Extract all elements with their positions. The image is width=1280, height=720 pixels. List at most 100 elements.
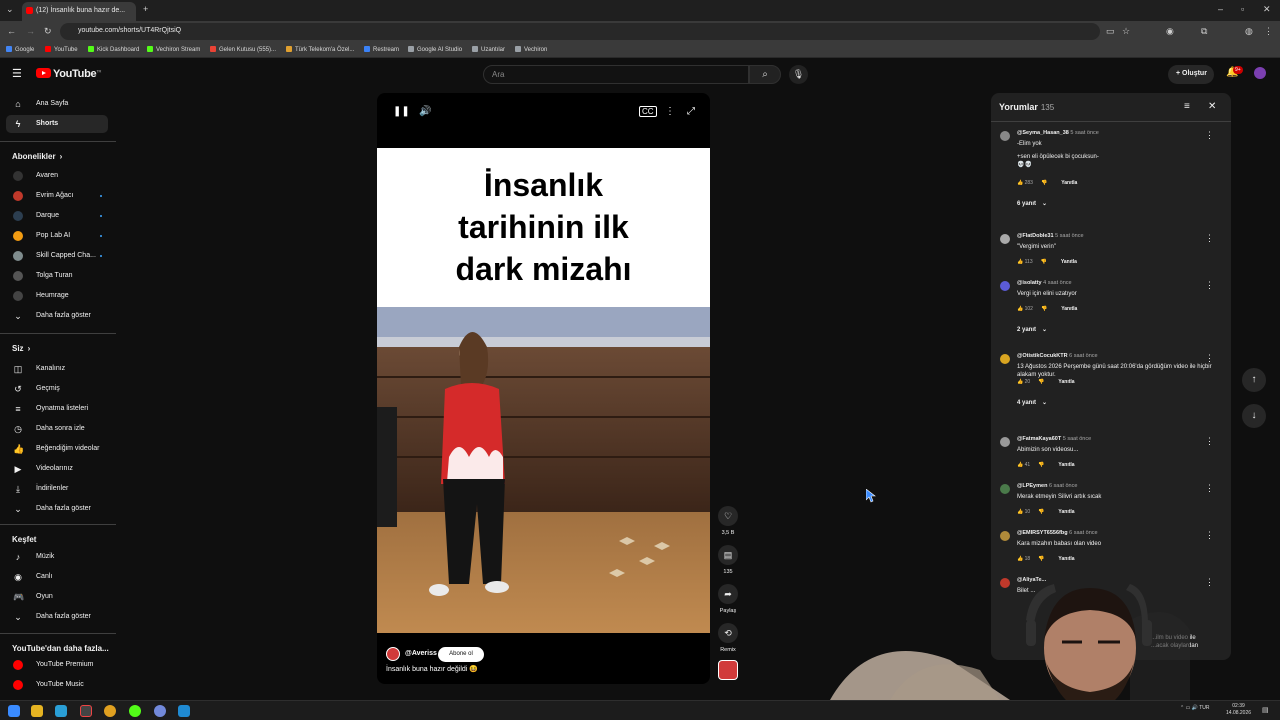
sidebar-item[interactable]: Daha fazla göster ⌄	[6, 608, 108, 626]
comment-menu-icon[interactable]: ⋮	[1205, 577, 1214, 588]
browser-tab-active[interactable]: (12) İnsanlık buna hazır de...	[22, 2, 136, 21]
reply-button[interactable]: Yanıtla	[1061, 306, 1077, 312]
thumb-down-icon[interactable]: 👎	[1041, 259, 1047, 265]
sidebar-item[interactable]: ↺ Geçmiş	[6, 380, 108, 398]
search-input[interactable]: Ara	[483, 65, 749, 84]
shorts-player[interactable]: ❚❚ 🔊 CC ⋮ ⤢ İnsanlık tarihinin ilk dark …	[377, 93, 710, 684]
comment-author[interactable]: @Seyma_Hasan_38 5 saat önce	[1017, 130, 1099, 136]
thumb-up-icon[interactable]: 👍	[1017, 462, 1025, 468]
like-button[interactable]: ♡	[718, 506, 738, 526]
channel-avatar[interactable]	[386, 647, 400, 661]
vscode-icon[interactable]	[178, 705, 190, 717]
voice-search-button[interactable]: 🎙	[789, 65, 808, 84]
youtube-product-item[interactable]: YouTube Premium	[6, 656, 108, 674]
sidebar-item[interactable]: 🎮 Oyun	[6, 588, 108, 606]
subscription-item[interactable]: Evrim Ağacı	[6, 187, 108, 205]
browser-menu-icon[interactable]: ⋮	[1264, 26, 1273, 37]
discord-icon[interactable]	[154, 705, 166, 717]
next-short-button[interactable]: ↓	[1242, 404, 1266, 428]
thumb-up-icon[interactable]: 👍	[1017, 556, 1025, 562]
system-tray[interactable]: ⌃ ▭ 🔊 TUR	[1180, 705, 1210, 711]
commenter-avatar[interactable]	[1000, 131, 1010, 141]
channel-name[interactable]: @Averiss	[405, 650, 437, 657]
commenter-avatar[interactable]	[1000, 484, 1010, 494]
subscription-item[interactable]: Darque	[6, 207, 108, 225]
comment-author[interactable]: @LPEymen 6 saat önce	[1017, 483, 1077, 489]
reply-button[interactable]: Yanıtla	[1058, 462, 1074, 468]
sidebar-item[interactable]: ⤓ İndirilenler	[6, 480, 108, 498]
comment-menu-icon[interactable]: ⋮	[1205, 436, 1214, 447]
sidebar-item[interactable]: Daha fazla göster ⌄	[6, 307, 108, 325]
comment-button[interactable]: ▤	[718, 545, 738, 565]
bookmark-item[interactable]: Vechiron	[515, 46, 547, 53]
url-field[interactable]: youtube.com/shorts/UT4RrQjtsiQ	[60, 23, 1100, 40]
comment-menu-icon[interactable]: ⋮	[1205, 353, 1214, 364]
comment-author[interactable]: @FatmaKaya60T 5 saat önce	[1017, 436, 1091, 442]
subscription-item[interactable]: Tolga Turan	[6, 267, 108, 285]
search-button[interactable]: ⌕	[749, 65, 781, 84]
thumb-up-icon[interactable]: 👍	[1017, 180, 1025, 186]
thumb-down-icon[interactable]: 👎	[1041, 180, 1047, 186]
thumb-up-icon[interactable]: 👍	[1017, 379, 1025, 385]
subscription-item[interactable]: Pop Lab AI	[6, 227, 108, 245]
bookmark-item[interactable]: Uzantılar	[472, 46, 505, 53]
you-heading[interactable]: Siz ›	[12, 344, 30, 353]
commenter-avatar[interactable]	[1000, 234, 1010, 244]
sidebar-item[interactable]: ▶ Videolarınız	[6, 460, 108, 478]
reply-button[interactable]: Yanıtla	[1061, 180, 1077, 186]
bookmark-item[interactable]: Türk Telekom'a Özel...	[286, 46, 354, 53]
close-window-icon[interactable]: ✕	[1263, 4, 1271, 15]
youtube-product-item[interactable]: YouTube Music	[6, 676, 108, 694]
extensions-puzzle-icon[interactable]: ⧉	[1201, 26, 1207, 37]
comment-menu-icon[interactable]: ⋮	[1205, 233, 1214, 244]
bookmark-item[interactable]: Google AI Studio	[408, 46, 462, 53]
tab-search-icon[interactable]: ⌄	[6, 4, 14, 15]
back-icon[interactable]: ←	[7, 26, 16, 36]
volume-icon[interactable]: 🔊	[419, 106, 431, 117]
reply-button[interactable]: Yanıtla	[1058, 379, 1074, 385]
comment-author[interactable]: @FlatDoble31 5 saat önce	[1017, 233, 1084, 239]
comment-author[interactable]: @EMIRSYT6556fbg 6 saat önce	[1017, 530, 1098, 536]
show-replies-button[interactable]: 4 yanıt ⌄	[1017, 399, 1047, 406]
reply-button[interactable]: Yanıtla	[1058, 509, 1074, 515]
sidebar-item[interactable]: Daha fazla göster ⌄	[6, 500, 108, 518]
bookmark-item[interactable]: Vechiron Stream	[147, 46, 200, 53]
sidebar-item[interactable]: 👍 Beğendiğim videolar	[6, 440, 108, 458]
notification-center-icon[interactable]: ▤	[1262, 706, 1269, 714]
extension-icon[interactable]: ◉	[1166, 26, 1174, 37]
thumb-up-icon[interactable]: 👍	[1017, 259, 1025, 265]
thumb-up-icon[interactable]: 👍	[1017, 306, 1025, 312]
thumb-down-icon[interactable]: 👎	[1038, 556, 1044, 562]
sidebar-item[interactable]: ≡ Oynatma listeleri	[6, 400, 108, 418]
thumb-down-icon[interactable]: 👎	[1041, 306, 1047, 312]
sidebar-item[interactable]: ⌂ Ana Sayfa	[6, 95, 108, 113]
new-tab-icon[interactable]: +	[143, 4, 148, 14]
comment-author[interactable]: @OtistikCocukKTR 6 saat önce	[1017, 353, 1098, 359]
cast-icon[interactable]: ▭	[1106, 26, 1115, 37]
create-button[interactable]: + Oluştur	[1168, 65, 1214, 84]
sidebar-item[interactable]: ◉ Canlı	[6, 568, 108, 586]
account-avatar[interactable]	[1254, 67, 1266, 79]
steam-icon[interactable]	[55, 705, 67, 717]
bookmark-item[interactable]: Kick Dashboard	[88, 46, 139, 53]
remix-button[interactable]: ⟲	[718, 623, 738, 643]
clock[interactable]: 02:39 14.08.2026	[1226, 703, 1251, 717]
sidebar-item[interactable]: ◫ Kanalınız	[6, 360, 108, 378]
pause-icon[interactable]: ❚❚	[393, 106, 410, 117]
commenter-avatar[interactable]	[1000, 531, 1010, 541]
more-options-icon[interactable]: ⋮	[665, 106, 675, 117]
youtube-logo[interactable]: YouTubeTR	[36, 68, 101, 80]
subscription-item[interactable]: Heumrage	[6, 287, 108, 305]
subscriptions-heading[interactable]: Abonelikler ›	[12, 152, 62, 161]
bookmark-item[interactable]: YouTube	[45, 46, 78, 53]
commenter-avatar[interactable]	[1000, 354, 1010, 364]
subscription-item[interactable]: Avaren	[6, 167, 108, 185]
thumb-down-icon[interactable]: 👎	[1038, 379, 1044, 385]
comment-menu-icon[interactable]: ⋮	[1205, 130, 1214, 141]
chrome-icon[interactable]	[104, 705, 116, 717]
sidebar-item[interactable]: ϟ Shorts	[6, 115, 108, 133]
reply-button[interactable]: Yanıtla	[1061, 259, 1077, 265]
sidebar-item[interactable]: ◷ Daha sonra izle	[6, 420, 108, 438]
forward-icon[interactable]: →	[26, 26, 35, 36]
comment-menu-icon[interactable]: ⋮	[1205, 530, 1214, 541]
